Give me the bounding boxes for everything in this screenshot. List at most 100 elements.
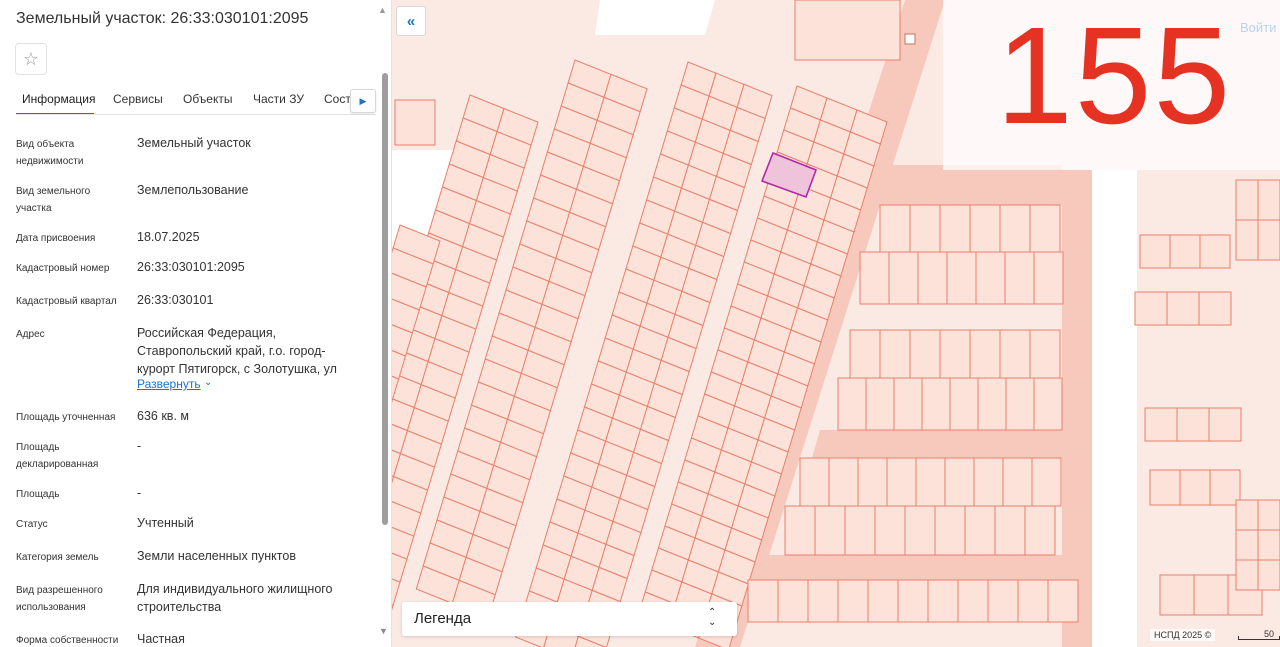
parcel[interactable] [1029,329,1061,379]
parcel[interactable] [799,457,830,507]
parcel[interactable] [1169,234,1201,269]
parcel[interactable] [857,457,888,507]
legend-dropdown[interactable]: Легенда ⌃ ⌄ [402,602,737,636]
tab-parts[interactable]: Части ЗУ [253,92,304,106]
parcel[interactable] [999,329,1031,379]
parcel[interactable] [1134,291,1168,326]
map-marker[interactable] [904,33,916,45]
parcel[interactable] [1257,219,1280,261]
parcel[interactable] [1159,574,1195,616]
star-icon: ☆ [22,48,40,69]
parcel[interactable] [977,377,1007,431]
parcel[interactable] [1257,179,1280,221]
parcel[interactable] [909,204,941,253]
parcel[interactable] [1033,377,1063,431]
parcel[interactable] [1166,291,1200,326]
parcel[interactable] [969,204,1001,253]
parcel[interactable] [1257,529,1280,561]
parcel[interactable] [1029,204,1061,253]
parcel[interactable] [777,579,809,623]
parcel[interactable] [1176,407,1210,442]
parcel[interactable] [886,457,917,507]
parcel[interactable] [949,377,979,431]
parcel[interactable] [1047,579,1079,623]
parcel[interactable] [1004,251,1035,305]
parcel[interactable] [874,505,906,556]
parcel[interactable] [893,377,923,431]
parcel[interactable] [888,251,919,305]
parcel[interactable] [917,251,948,305]
parcel[interactable] [784,505,816,556]
parcel[interactable] [994,505,1026,556]
parcel[interactable] [975,251,1006,305]
tabs-scroll-button[interactable]: ▶ [350,89,376,113]
parcel[interactable] [814,505,846,556]
parcel[interactable] [879,329,911,379]
parcel[interactable] [904,505,936,556]
parcel[interactable] [849,329,881,379]
parcel[interactable] [1144,407,1178,442]
parcel[interactable] [1199,234,1231,269]
parcel[interactable] [1235,499,1259,531]
parcel[interactable] [987,579,1019,623]
parcel[interactable] [1235,219,1259,261]
parcel[interactable] [807,579,839,623]
parcel[interactable] [837,579,869,623]
parcel[interactable] [747,579,779,623]
parcel[interactable] [921,377,951,431]
chevron-down-icon[interactable]: ⌄ [204,377,212,388]
parcel[interactable] [867,579,899,623]
address-expand-link[interactable]: Развернуть [137,377,201,391]
parcel[interactable] [939,204,971,253]
property-value: 18.07.2025 [137,230,200,244]
tab-info[interactable]: Информация [22,92,95,106]
parcel[interactable] [1139,234,1171,269]
parcel[interactable] [1005,377,1035,431]
parcel[interactable] [844,505,876,556]
parcel[interactable] [1193,574,1229,616]
parcel[interactable] [1257,499,1280,531]
parcel[interactable] [865,377,895,431]
favorite-button[interactable]: ☆ [15,43,47,75]
property-value: - [137,486,142,500]
parcel[interactable] [1024,505,1056,556]
collapse-panel-button[interactable]: « [396,6,426,36]
parcel[interactable] [957,579,989,623]
parcel[interactable] [1235,559,1259,591]
parcel[interactable] [909,329,941,379]
parcel[interactable] [897,579,929,623]
parcel[interactable] [969,329,1001,379]
parcel[interactable] [837,377,867,431]
parcel[interactable] [879,204,911,253]
parcel[interactable] [1198,291,1232,326]
parcel[interactable] [1033,251,1064,305]
parcel[interactable] [939,329,971,379]
parcel[interactable] [1235,179,1259,221]
parcel[interactable] [828,457,859,507]
tab-services[interactable]: Сервисы [113,92,163,106]
chevron-up-icon[interactable]: ▲ [378,5,390,15]
parcel[interactable] [964,505,996,556]
chevron-down-icon[interactable]: ▼ [379,626,391,636]
parcel[interactable] [1002,457,1033,507]
parcel[interactable] [1017,579,1049,623]
login-link[interactable]: Войти [1240,20,1276,35]
parcel[interactable] [944,457,975,507]
parcel[interactable] [1031,457,1062,507]
parcel[interactable] [934,505,966,556]
parcel[interactable] [973,457,1004,507]
parcel[interactable] [1149,469,1181,506]
tab-objects[interactable]: Объекты [183,92,233,106]
parcel[interactable] [946,251,977,305]
parcel[interactable] [394,99,436,146]
parcel[interactable] [794,0,901,61]
parcel[interactable] [859,251,890,305]
parcel[interactable] [1179,469,1211,506]
parcel[interactable] [927,579,959,623]
parcel[interactable] [1235,529,1259,561]
parcel[interactable] [999,204,1031,253]
parcel[interactable] [1208,407,1242,442]
panel-scrollbar[interactable] [382,73,388,525]
parcel[interactable] [1257,559,1280,591]
parcel[interactable] [915,457,946,507]
